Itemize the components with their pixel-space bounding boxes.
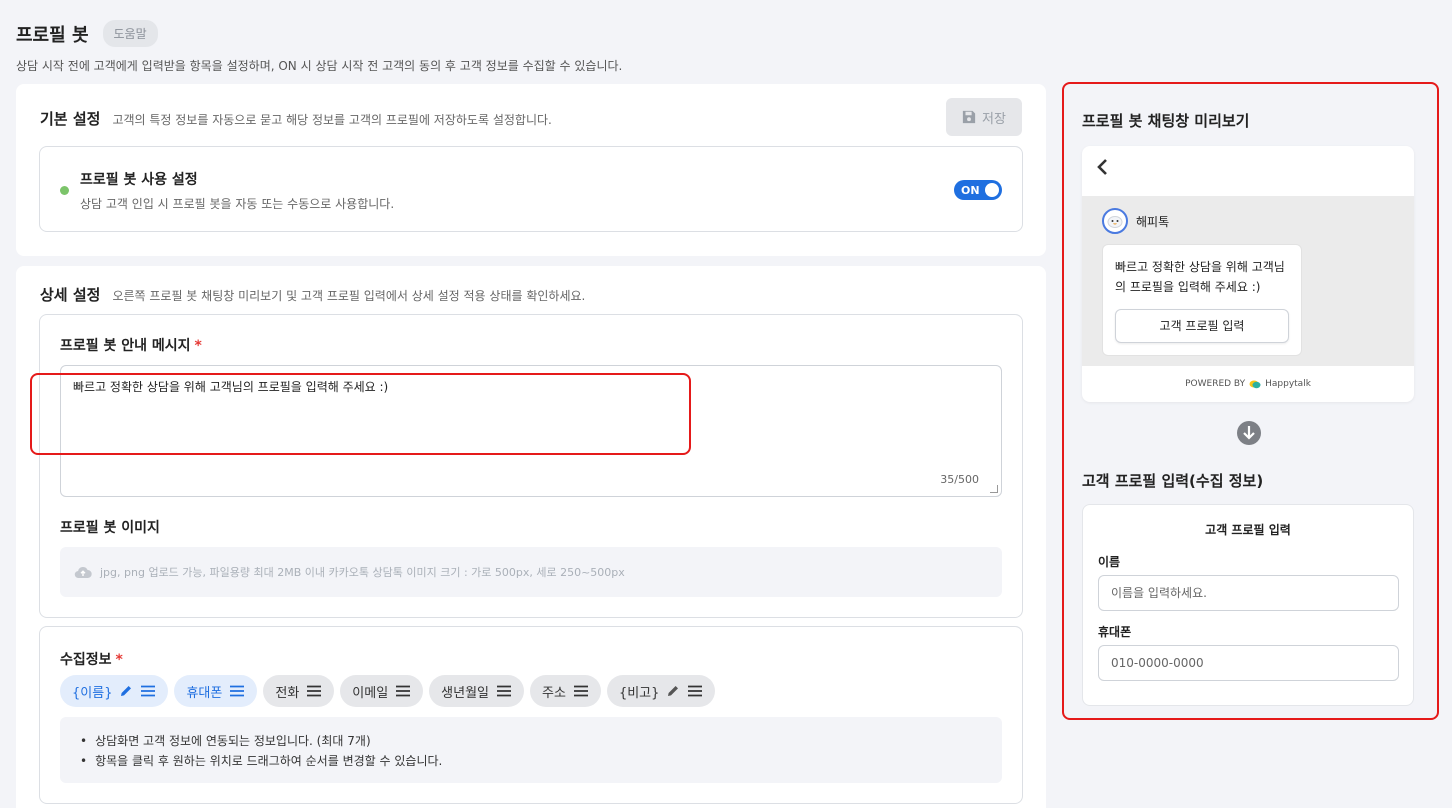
toggle-knob bbox=[985, 183, 999, 197]
chip-label: {이름} bbox=[72, 685, 113, 701]
chip-label: 주소 bbox=[542, 685, 566, 701]
required-mark: * bbox=[115, 652, 123, 668]
message-textarea[interactable]: 빠르고 정확한 상담을 위해 고객님의 프로필을 입력해 주세요 :) 35/5… bbox=[60, 365, 1002, 497]
bot-face-icon bbox=[1107, 216, 1123, 228]
bot-name: 해피톡 bbox=[1136, 215, 1170, 229]
help-button[interactable]: 도움말 bbox=[102, 20, 158, 47]
bot-use-toggle[interactable]: ON bbox=[954, 180, 1002, 200]
detail-settings-header: 상세 설정 오른쪽 프로필 봇 채팅창 미리보기 및 고객 프로필 입력에서 상… bbox=[40, 284, 585, 305]
collect-info-box: 수집정보 * {이름} 휴대폰 전화 이메일 생년월일 주소 {비고} • 상담… bbox=[39, 626, 1023, 804]
chat-preview-body: 해피톡 빠르고 정확한 상담을 위해 고객님의 프로필을 입력해 주세요 :) … bbox=[1082, 196, 1414, 366]
chip-birthday[interactable]: 생년월일 bbox=[429, 675, 525, 707]
drag-handle-icon[interactable] bbox=[229, 685, 245, 697]
save-button-label: 저장 bbox=[982, 111, 1006, 127]
bot-use-desc: 상담 고객 인입 시 프로필 봇을 자동 또는 수동으로 사용합니다. bbox=[80, 197, 395, 211]
image-label: 프로필 봇 이미지 bbox=[60, 520, 160, 536]
chip-label: 휴대폰 bbox=[186, 685, 223, 701]
pencil-icon[interactable] bbox=[666, 684, 680, 698]
drag-handle-icon[interactable] bbox=[140, 685, 156, 697]
chip-label: {비고} bbox=[618, 685, 660, 701]
save-icon bbox=[962, 110, 976, 124]
pencil-icon[interactable] bbox=[119, 684, 133, 698]
drag-handle-icon[interactable] bbox=[496, 685, 512, 697]
note-item: 항목을 클릭 후 원하는 위치로 드래그하여 순서를 변경할 수 있습니다. bbox=[80, 751, 1002, 771]
basic-settings-desc: 고객의 특정 정보를 자동으로 묻고 해당 정보를 고객의 프로필에 저장하도록… bbox=[112, 113, 552, 127]
detail-settings-desc: 오른쪽 프로필 봇 채팅창 미리보기 및 고객 프로필 입력에서 상세 설정 적… bbox=[112, 289, 586, 303]
drag-handle-icon[interactable] bbox=[306, 685, 322, 697]
message-settings-box: 프로필 봇 안내 메시지 * 빠르고 정확한 상담을 위해 고객님의 프로필을 입… bbox=[39, 314, 1023, 618]
chip-name[interactable]: {이름} bbox=[60, 675, 169, 707]
message-text: 빠르고 정확한 상담을 위해 고객님의 프로필을 입력해 주세요 :) bbox=[73, 380, 389, 394]
name-input[interactable] bbox=[1098, 575, 1399, 611]
bot-use-setting: 프로필 봇 사용 설정 상담 고객 인입 시 프로필 봇을 자동 또는 수동으로… bbox=[39, 146, 1023, 232]
required-mark: * bbox=[194, 338, 202, 354]
note-item: 상담화면 고객 정보에 연동되는 정보입니다. (최대 7개) bbox=[80, 731, 1002, 751]
chat-preview-title: 프로필 봇 채팅창 미리보기 bbox=[1082, 112, 1250, 130]
collect-chip-list: {이름} 휴대폰 전화 이메일 생년월일 주소 {비고} bbox=[60, 675, 716, 707]
page-title: 프로필 봇 bbox=[16, 24, 89, 46]
collect-label-text: 수집정보 bbox=[60, 652, 112, 668]
chip-label: 생년월일 bbox=[441, 685, 490, 701]
powered-by-text: POWERED BY bbox=[1185, 379, 1246, 389]
message-label: 프로필 봇 안내 메시지 * bbox=[60, 335, 202, 355]
preview-panel: 프로필 봇 채팅창 미리보기 해피톡 빠르고 정확한 상담을 위해 고객님의 프… bbox=[1062, 82, 1439, 720]
happytalk-logo-icon bbox=[1249, 380, 1261, 388]
message-counter: 35/500 bbox=[940, 473, 979, 486]
chip-label: 이메일 bbox=[352, 685, 389, 701]
save-button[interactable]: 저장 bbox=[946, 98, 1022, 136]
drag-handle-icon[interactable] bbox=[687, 685, 703, 697]
mobile-input[interactable] bbox=[1098, 645, 1399, 681]
customer-profile-input-button[interactable]: 고객 프로필 입력 bbox=[1115, 309, 1289, 343]
bot-avatar bbox=[1102, 208, 1128, 234]
profile-input-section-title: 고객 프로필 입력(수집 정보) bbox=[1082, 472, 1264, 490]
image-upload-area[interactable]: jpg, png 업로드 가능, 파일용량 최대 2MB 이내 카카오톡 상담톡… bbox=[60, 547, 1002, 597]
collect-notes: 상담화면 고객 정보에 연동되는 정보입니다. (최대 7개) 항목을 클릭 후… bbox=[60, 717, 1002, 783]
arrow-down-icon bbox=[1237, 421, 1261, 445]
basic-settings-header: 기본 설정 고객의 특정 정보를 자동으로 묻고 해당 정보를 고객의 프로필에… bbox=[40, 108, 552, 129]
resize-handle[interactable] bbox=[990, 485, 998, 493]
drag-handle-icon[interactable] bbox=[395, 685, 411, 697]
chat-bubble: 빠르고 정확한 상담을 위해 고객님의 프로필을 입력해 주세요 :) 고객 프… bbox=[1102, 244, 1302, 356]
chip-label: 전화 bbox=[275, 685, 300, 701]
name-label: 이름 bbox=[1098, 555, 1121, 569]
drag-handle-icon[interactable] bbox=[573, 685, 589, 697]
chip-memo[interactable]: {비고} bbox=[606, 675, 716, 707]
detail-settings-title: 상세 설정 bbox=[40, 286, 101, 304]
toggle-label: ON bbox=[961, 183, 980, 197]
bot-use-title: 프로필 봇 사용 설정 bbox=[80, 172, 198, 188]
form-title: 고객 프로필 입력 bbox=[1205, 523, 1291, 537]
profile-input-form: 고객 프로필 입력 이름 휴대폰 bbox=[1082, 504, 1414, 706]
chip-phone[interactable]: 전화 bbox=[263, 675, 335, 707]
basic-settings-card: 기본 설정 고객의 특정 정보를 자동으로 묻고 해당 정보를 고객의 프로필에… bbox=[16, 84, 1046, 256]
chip-email[interactable]: 이메일 bbox=[340, 675, 424, 707]
chip-mobile[interactable]: 휴대폰 bbox=[174, 675, 258, 707]
upload-hint: jpg, png 업로드 가능, 파일용량 최대 2MB 이내 카카오톡 상담톡… bbox=[100, 566, 625, 579]
basic-settings-title: 기본 설정 bbox=[40, 110, 101, 128]
chat-preview-window: 해피톡 빠르고 정확한 상담을 위해 고객님의 프로필을 입력해 주세요 :) … bbox=[1082, 146, 1414, 402]
message-label-text: 프로필 봇 안내 메시지 bbox=[60, 338, 191, 354]
cloud-upload-icon bbox=[74, 566, 92, 579]
chat-preview-topbar bbox=[1082, 146, 1414, 196]
bubble-text: 빠르고 정확한 상담을 위해 고객님의 프로필을 입력해 주세요 :) bbox=[1115, 260, 1285, 294]
detail-settings-card: 상세 설정 오른쪽 프로필 봇 채팅창 미리보기 및 고객 프로필 입력에서 상… bbox=[16, 266, 1046, 808]
chip-address[interactable]: 주소 bbox=[530, 675, 601, 707]
brand-name: Happytalk bbox=[1265, 379, 1311, 389]
page-header: 프로필 봇 도움말 상담 시작 전에 고객에게 입력받을 항목을 설정하며, O… bbox=[16, 20, 622, 74]
powered-by: POWERED BY Happytalk bbox=[1082, 366, 1414, 402]
back-arrow-icon[interactable] bbox=[1096, 158, 1110, 176]
status-dot bbox=[60, 186, 69, 195]
mobile-label: 휴대폰 bbox=[1098, 625, 1132, 639]
page-description: 상담 시작 전에 고객에게 입력받을 항목을 설정하며, ON 시 상담 시작 … bbox=[16, 59, 623, 73]
collect-label: 수집정보 * bbox=[60, 649, 123, 669]
